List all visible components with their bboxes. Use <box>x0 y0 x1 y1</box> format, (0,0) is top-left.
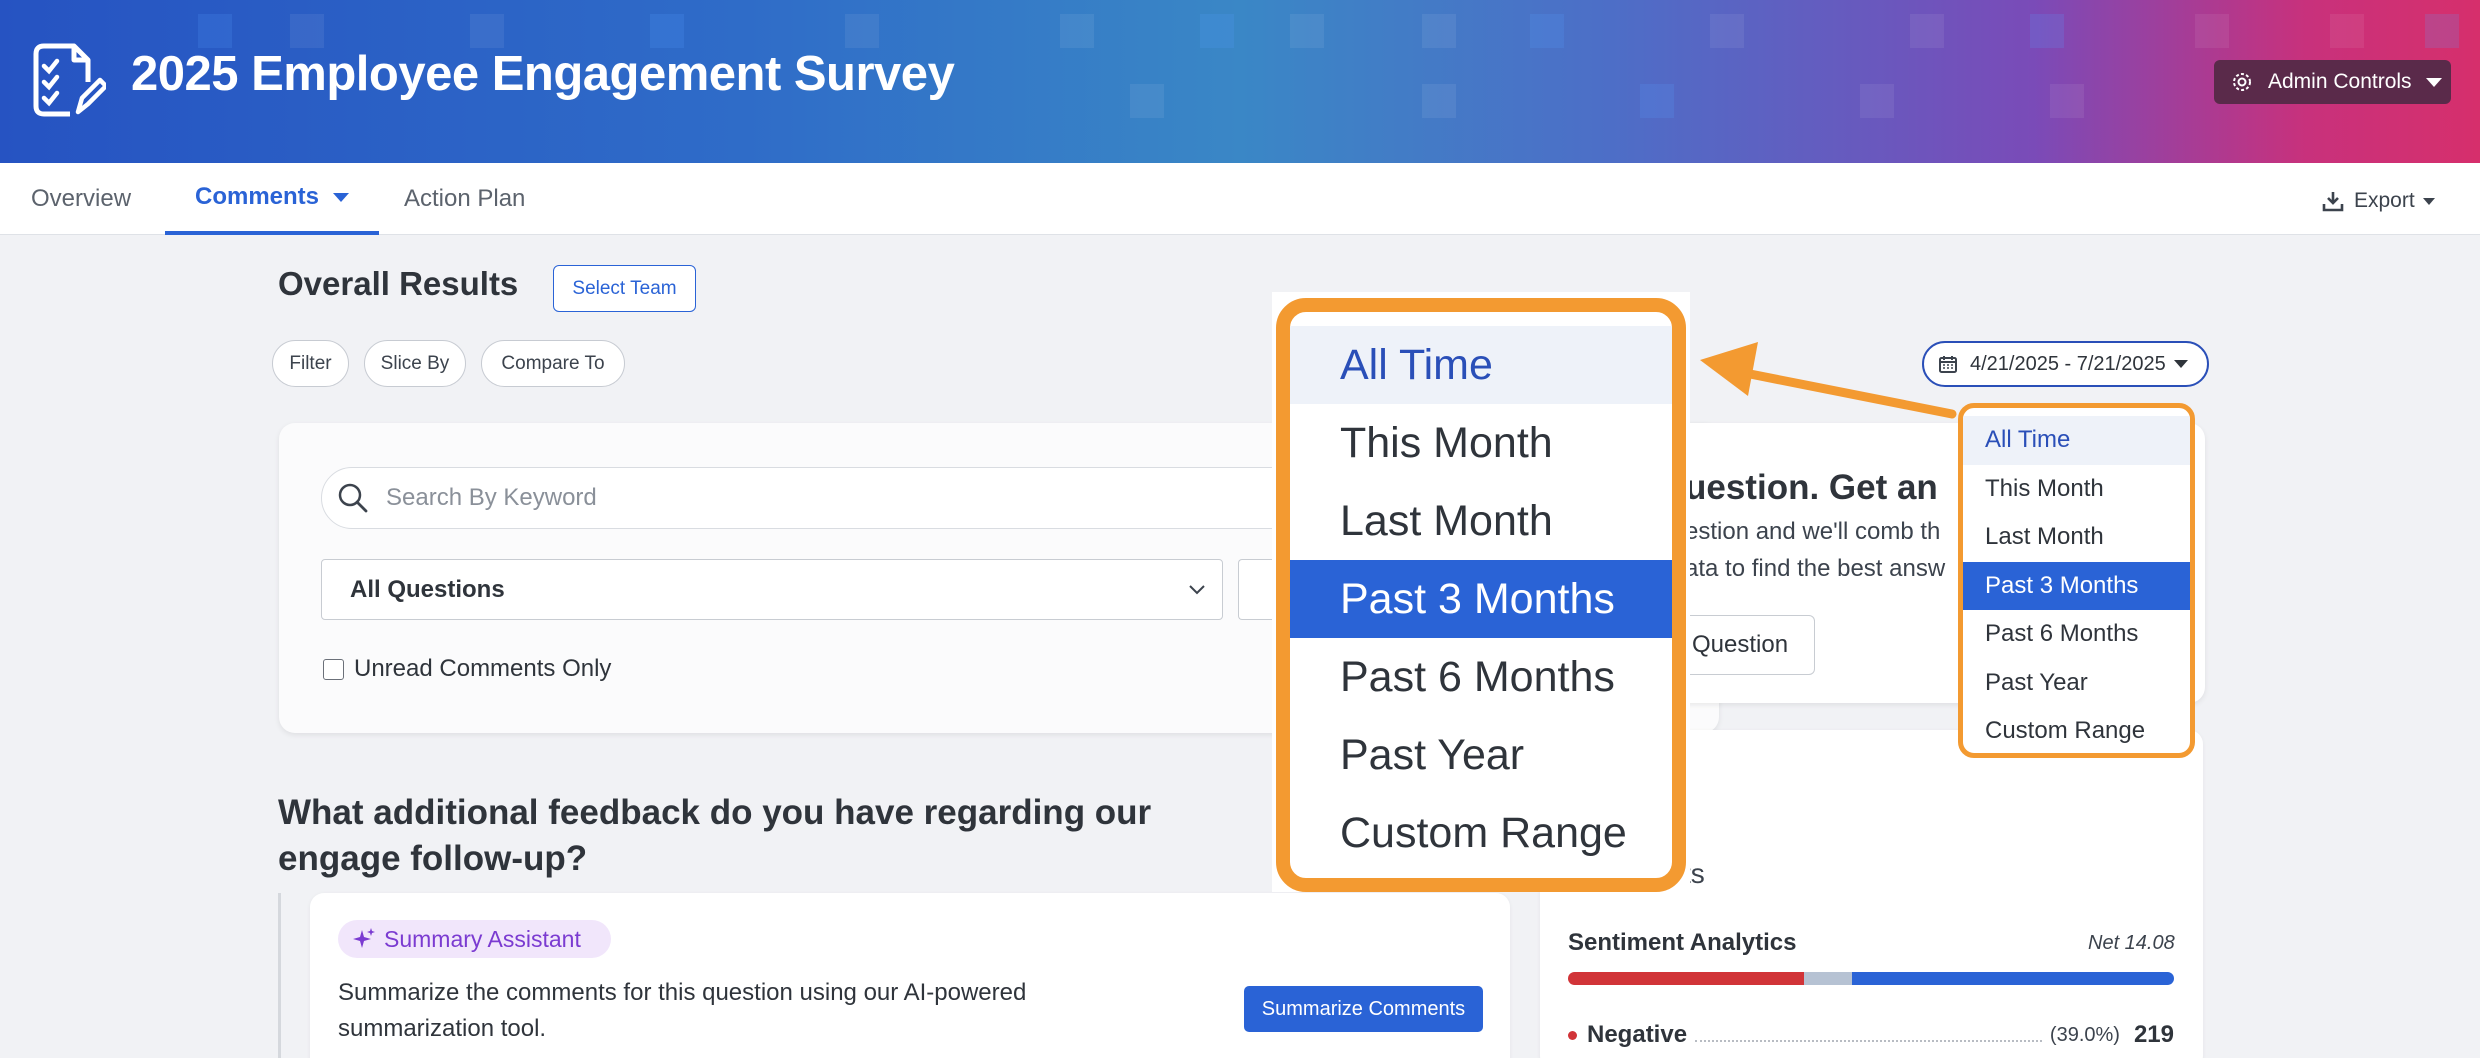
date-range-option-past-3-months[interactable]: Past 3 Months <box>1963 561 2190 610</box>
date-range-button[interactable]: 4/21/2025 - 7/21/2025 <box>1922 341 2209 387</box>
download-icon <box>2322 192 2344 212</box>
questions-select-value: All Questions <box>350 575 505 603</box>
negative-percent: (39.0%) <box>2049 1023 2120 1046</box>
sparkle-icon <box>353 928 375 948</box>
sentiment-bar <box>1568 972 2174 985</box>
date-range-value: 4/21/2025 - 7/21/2025 <box>1970 352 2166 375</box>
chevron-down-icon <box>2422 197 2435 205</box>
select-team-button[interactable]: Select Team <box>553 265 696 312</box>
search-input[interactable]: Search By Keyword <box>321 467 1321 529</box>
header-decoration <box>1710 14 1744 48</box>
app-header: 2025 Employee Engagement Survey Admin Co… <box>0 0 2480 163</box>
header-decoration <box>650 14 684 48</box>
tab-comments[interactable]: Comments <box>165 163 380 235</box>
header-decoration <box>1640 84 1674 118</box>
zoomed-date-range-option-past-3-months[interactable]: Past 3 Months <box>1290 560 1672 638</box>
header-decoration <box>1130 84 1164 118</box>
section-heading: Overall Results <box>278 265 519 302</box>
ai-card-description: estion and we'll comb th <box>1685 518 1941 545</box>
compare-to-button[interactable]: Compare To <box>481 340 625 387</box>
export-button[interactable]: Export <box>2322 189 2435 213</box>
date-range-dropdown: All Time This Month Last Month Past 3 Month… <box>1958 403 2195 758</box>
divider <box>278 893 281 1058</box>
page-title: 2025 Employee Engagement Survey <box>131 47 955 101</box>
chevron-down-icon <box>333 192 350 202</box>
header-decoration <box>1060 14 1094 48</box>
tab-bar: Overview Comments Action Plan Export <box>0 163 2480 235</box>
checkbox[interactable] <box>323 658 344 680</box>
questions-select[interactable]: All Questions <box>321 559 1223 620</box>
question-heading: What additional feedback do you have reg… <box>278 793 1152 878</box>
date-range-option-all-time[interactable]: All Time <box>1963 416 2190 465</box>
header-decoration <box>845 14 879 48</box>
date-range-dropdown-zoomed: All Time This Month Last Month Past 3 Month… <box>1276 298 1686 892</box>
header-decoration <box>198 14 232 48</box>
sentiment-bar-neutral <box>1804 972 1852 985</box>
search-icon <box>338 483 368 513</box>
date-range-option-past-year[interactable]: Past Year <box>1963 659 2190 708</box>
date-range-option-custom-range[interactable]: Custom Range <box>1963 707 2190 753</box>
sentiment-title: Sentiment Analytics <box>1568 929 1797 956</box>
calendar-icon <box>1939 356 1957 373</box>
chevron-down-icon <box>1189 585 1205 595</box>
chevron-down-icon <box>2425 77 2442 87</box>
header-decoration <box>1910 14 1944 48</box>
header-decoration <box>1422 14 1456 48</box>
header-decoration <box>1530 14 1564 48</box>
filter-button[interactable]: Filter <box>272 340 349 387</box>
header-decoration <box>1422 84 1456 118</box>
tab-action-plan[interactable]: Action Plan <box>404 163 525 235</box>
tab-overview[interactable]: Overview <box>31 163 131 235</box>
date-range-option-last-month[interactable]: Last Month <box>1963 513 2190 562</box>
admin-controls-button[interactable]: Admin Controls <box>2214 60 2451 104</box>
gear-icon <box>2233 73 2251 91</box>
tab-comments-label: Comments <box>195 183 320 210</box>
unread-label: Unread Comments Only <box>354 655 612 682</box>
negative-row: Negative (39.0%) 219 <box>1568 1020 2174 1050</box>
admin-controls-label: Admin Controls <box>2268 70 2412 93</box>
header-decoration <box>290 14 324 48</box>
header-decoration <box>1290 14 1324 48</box>
net-score: Net 14.08 <box>2088 932 2175 954</box>
negative-count: 219 <box>2133 1021 2174 1048</box>
date-range-option-this-month[interactable]: This Month <box>1963 465 2190 514</box>
header-decoration <box>470 14 504 48</box>
ai-card-description: ata to find the best answ <box>1685 555 1946 582</box>
ai-card-title: uestion. Get an <box>1685 468 1938 507</box>
sentiment-bar-negative <box>1568 972 1805 985</box>
slice-by-button[interactable]: Slice By <box>364 340 466 387</box>
header-decoration <box>2050 84 2084 118</box>
summary-assistant-badge: Summary Assistant <box>338 920 611 958</box>
negative-dot <box>1568 1030 1577 1040</box>
date-range-option-past-6-months[interactable]: Past 6 Months <box>1963 610 2190 659</box>
summary-assistant-label: Summary Assistant <box>384 925 581 952</box>
summarize-comments-button[interactable]: Summarize Comments <box>1244 986 1483 1032</box>
negative-label: Negative <box>1587 1021 1688 1048</box>
header-decoration <box>2030 14 2064 48</box>
sentiment-bar-positive <box>1851 972 2174 985</box>
zoomed-date-range-option-past-year[interactable]: Past Year <box>1290 716 1672 794</box>
chevron-down-icon <box>2173 360 2188 368</box>
zoomed-date-range-option-all-time[interactable]: All Time <box>1290 326 1672 404</box>
header-decoration <box>1200 14 1234 48</box>
unread-checkbox[interactable]: Unread Comments Only <box>323 655 611 683</box>
leader-dots <box>1695 1040 2042 1042</box>
summary-description: Summarize the comments for this question… <box>338 979 1027 1042</box>
header-decoration <box>1860 84 1894 118</box>
search-placeholder: Search By Keyword <box>386 484 597 511</box>
zoomed-date-range-option-past-6-months[interactable]: Past 6 Months <box>1290 638 1672 716</box>
header-decoration <box>2330 14 2364 48</box>
zoomed-date-range-option-this-month[interactable]: This Month <box>1290 404 1672 482</box>
survey-checklist-icon <box>33 43 106 117</box>
zoomed-date-range-option-last-month[interactable]: Last Month <box>1290 482 1672 560</box>
export-label: Export <box>2354 189 2415 212</box>
header-decoration <box>2195 14 2229 48</box>
header-decoration <box>2425 14 2459 48</box>
zoomed-date-range-option-custom-range[interactable]: Custom Range <box>1290 794 1672 872</box>
